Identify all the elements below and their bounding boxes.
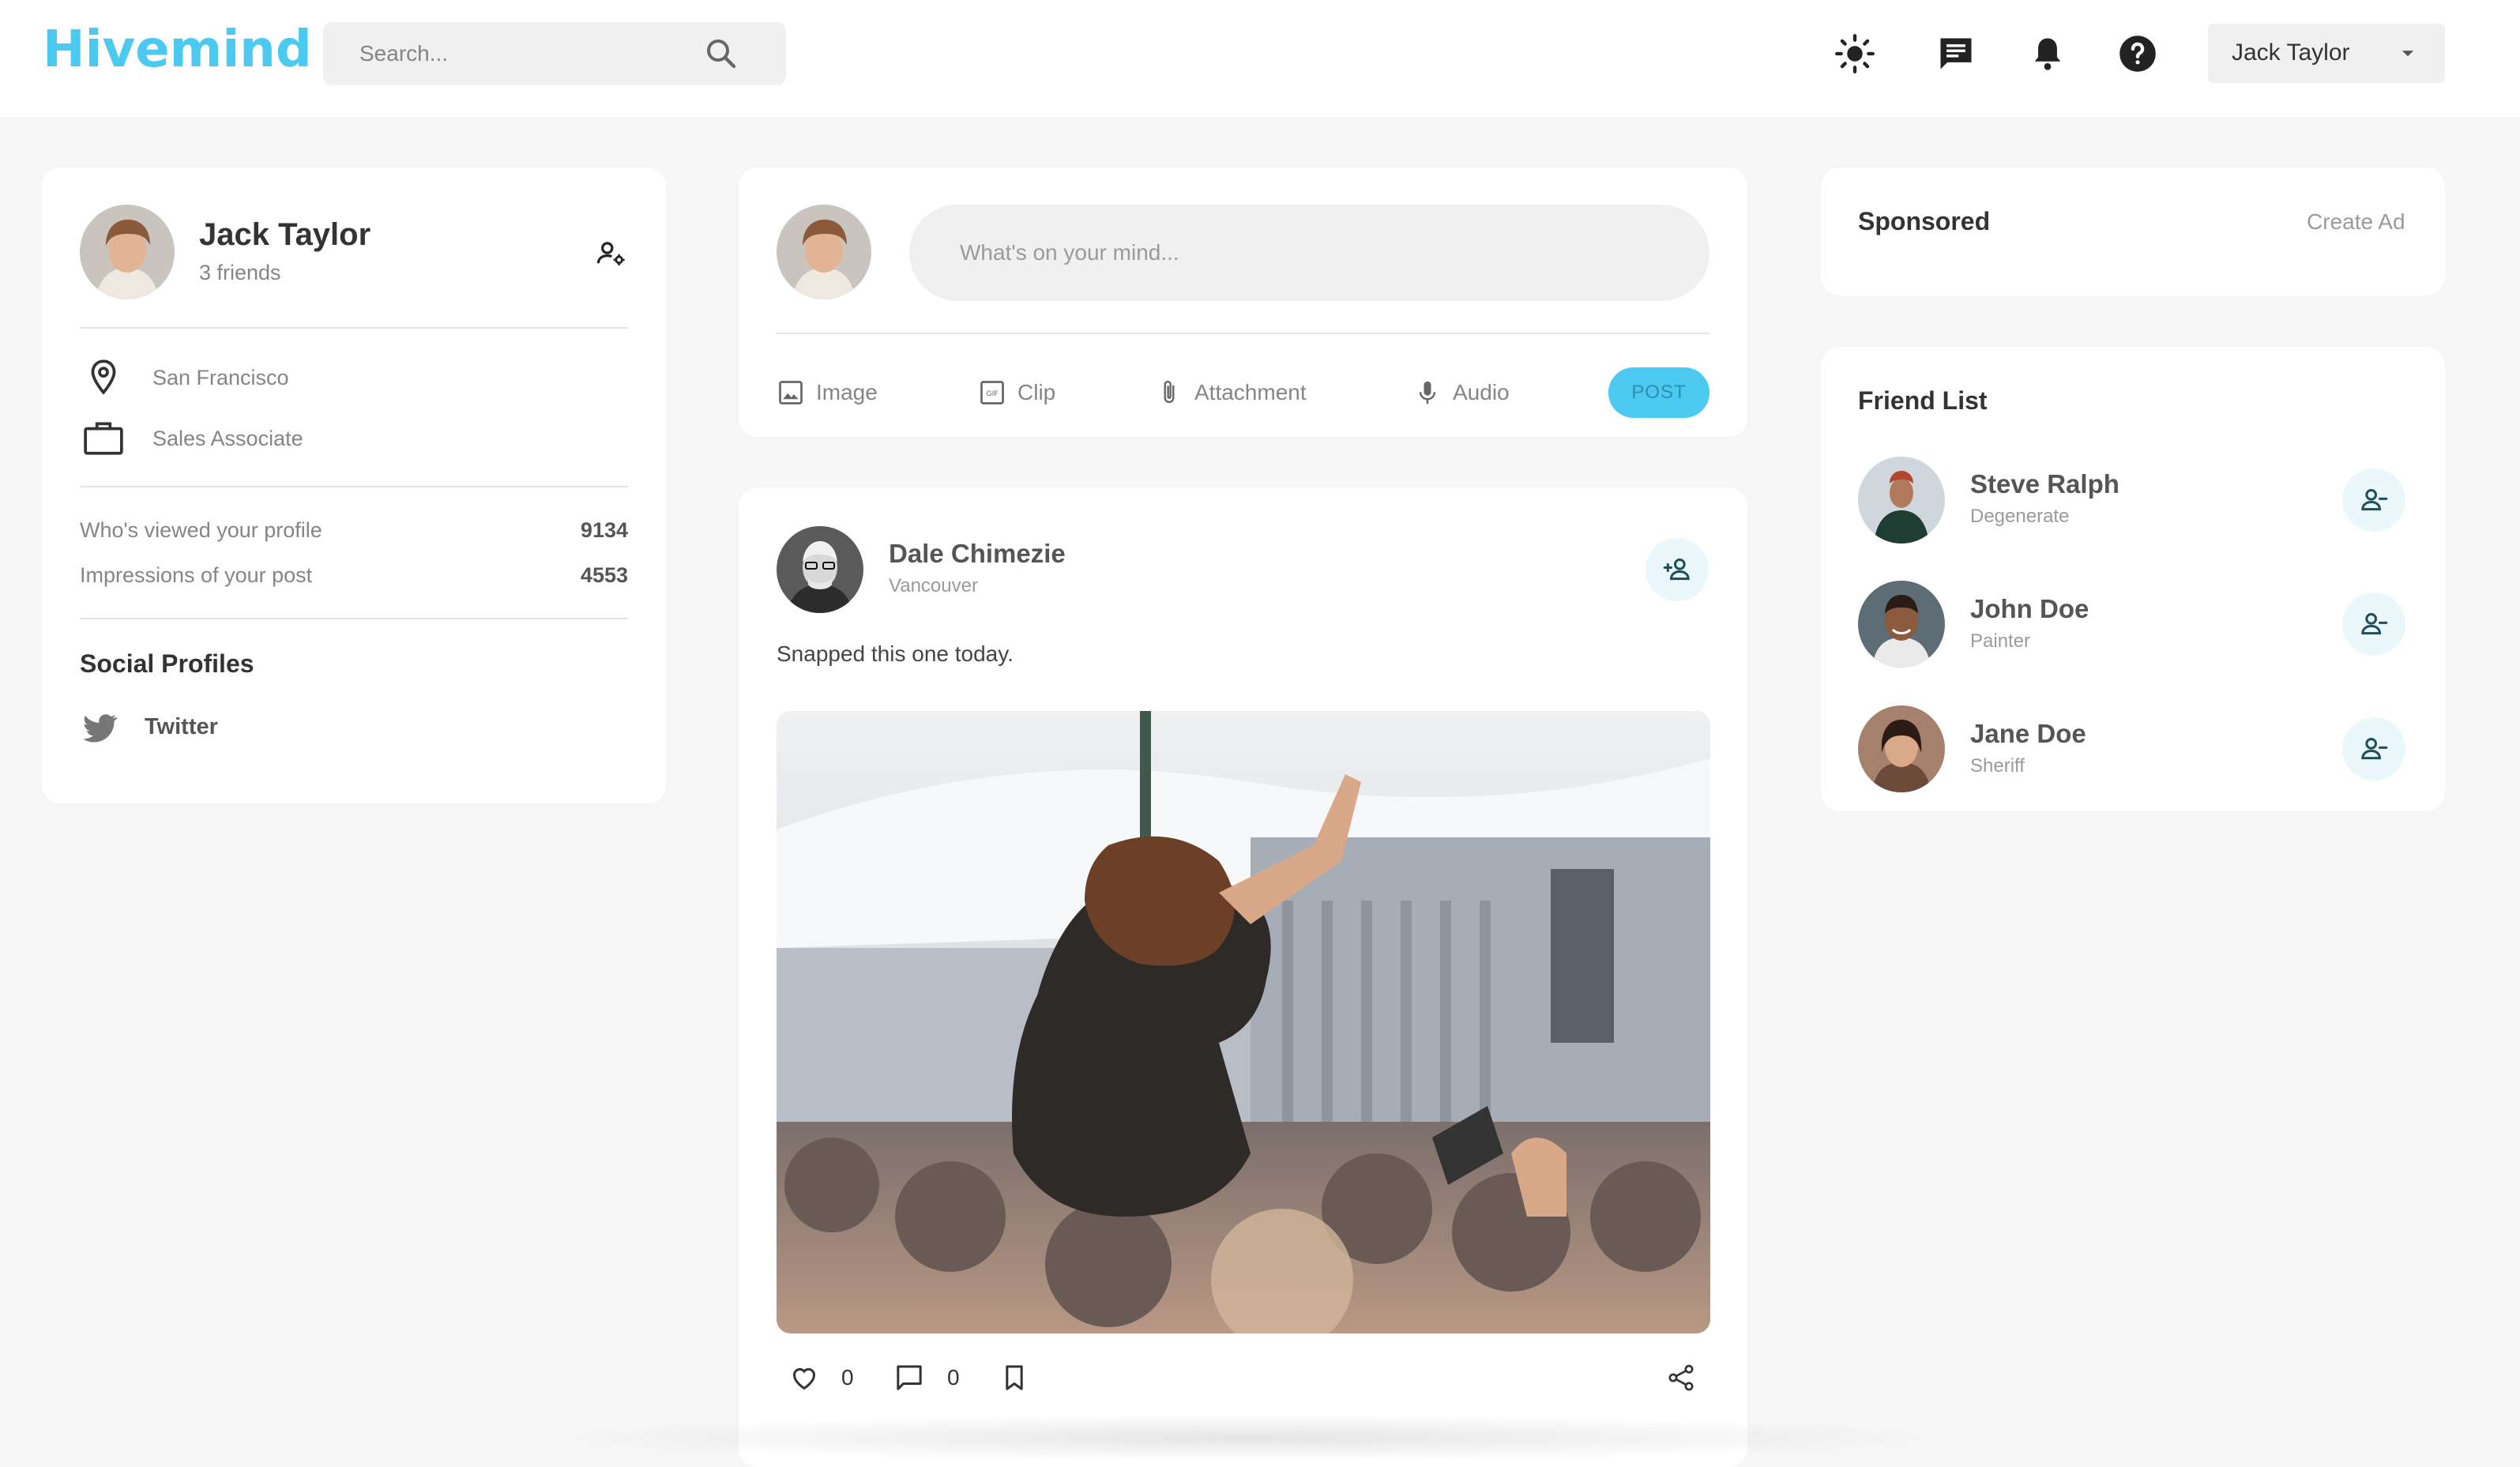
person-add-icon bbox=[1663, 559, 1690, 581]
bookmark-button[interactable] bbox=[999, 1362, 1030, 1394]
friend-avatar[interactable] bbox=[1858, 705, 1945, 792]
friend-role: Degenerate bbox=[1970, 506, 2070, 527]
user-menu-dropdown[interactable]: Jack Taylor bbox=[2208, 24, 2445, 83]
friends-count: 3 friends bbox=[199, 261, 281, 284]
audio-tool-label: Audio bbox=[1453, 380, 1510, 404]
top-navbar: Hivemind Jack Taylor bbox=[0, 0, 2520, 117]
app-logo[interactable]: Hivemind bbox=[43, 21, 312, 79]
post-text: Snapped this one today. bbox=[777, 641, 1014, 666]
post-author-avatar[interactable] bbox=[777, 526, 863, 613]
work-icon bbox=[82, 418, 125, 457]
search-bar bbox=[323, 22, 786, 85]
image-tool-button[interactable]: Image bbox=[777, 374, 878, 411]
remove-friend-button[interactable] bbox=[2342, 592, 2405, 656]
friend-avatar[interactable] bbox=[1858, 457, 1945, 544]
create-ad-link[interactable]: Create Ad bbox=[2307, 209, 2405, 235]
person-remove-icon bbox=[2361, 489, 2388, 511]
share-icon bbox=[1668, 1364, 1694, 1391]
attachment-tool-label: Attachment bbox=[1194, 380, 1307, 404]
divider bbox=[80, 327, 628, 329]
caret-down-icon bbox=[2394, 39, 2421, 66]
image-icon bbox=[779, 381, 803, 404]
comment-button[interactable] bbox=[893, 1362, 925, 1394]
mic-icon bbox=[1419, 381, 1436, 404]
search-icon[interactable] bbox=[702, 35, 740, 73]
notifications-icon[interactable] bbox=[2027, 33, 2068, 74]
profile-location: San Francisco bbox=[152, 366, 289, 389]
messages-icon[interactable] bbox=[1935, 33, 1977, 74]
heart-icon bbox=[793, 1367, 815, 1390]
profile-occupation: Sales Associate bbox=[152, 427, 303, 450]
divider bbox=[777, 333, 1709, 334]
help-icon[interactable] bbox=[2117, 33, 2158, 74]
audio-tool-button[interactable]: Audio bbox=[1413, 374, 1510, 411]
person-remove-icon bbox=[2361, 738, 2388, 760]
person-remove-icon bbox=[2361, 613, 2388, 635]
friend-name[interactable]: John Doe bbox=[1970, 594, 2089, 624]
friend-role: Sheriff bbox=[1970, 755, 2025, 777]
comment-count: 0 bbox=[947, 1365, 960, 1390]
like-button[interactable] bbox=[788, 1362, 820, 1394]
like-count: 0 bbox=[841, 1365, 854, 1390]
paperclip-icon bbox=[1164, 380, 1175, 404]
post-button[interactable]: POST bbox=[1608, 367, 1709, 418]
post-composer-input[interactable] bbox=[909, 205, 1709, 301]
clip-tool-label: Clip bbox=[1017, 380, 1056, 404]
post-author-name[interactable]: Dale Chimezie bbox=[889, 539, 1066, 569]
stat-value: 9134 bbox=[580, 518, 628, 542]
profile-name[interactable]: Jack Taylor bbox=[199, 217, 370, 253]
stat-value: 4553 bbox=[580, 563, 628, 587]
light-mode-icon[interactable] bbox=[1834, 33, 1875, 74]
sponsored-title: Sponsored bbox=[1858, 207, 1991, 235]
friend-avatar[interactable] bbox=[1858, 581, 1945, 668]
post-author-location: Vancouver bbox=[889, 575, 978, 596]
bottom-shadow bbox=[553, 1414, 1943, 1461]
post-image[interactable] bbox=[777, 711, 1710, 1333]
comment-icon bbox=[897, 1365, 922, 1390]
profile-avatar[interactable] bbox=[80, 205, 175, 299]
twitter-link[interactable]: Twitter bbox=[145, 714, 218, 740]
gif-icon: GIF bbox=[980, 381, 1004, 404]
clip-tool-button[interactable]: GIF Clip bbox=[978, 374, 1055, 411]
attachment-tool-button[interactable]: Attachment bbox=[1155, 374, 1307, 411]
user-menu-name: Jack Taylor bbox=[2232, 39, 2350, 66]
bookmark-icon bbox=[1006, 1365, 1023, 1390]
composer-avatar bbox=[777, 205, 871, 299]
divider bbox=[80, 486, 628, 487]
search-input[interactable] bbox=[359, 22, 691, 85]
twitter-icon[interactable] bbox=[80, 708, 119, 747]
remove-friend-button[interactable] bbox=[2342, 717, 2405, 781]
friend-role: Painter bbox=[1970, 630, 2031, 652]
stat-label: Impressions of your post bbox=[80, 563, 313, 587]
share-button[interactable] bbox=[1665, 1362, 1697, 1394]
image-tool-label: Image bbox=[816, 380, 878, 404]
friend-name[interactable]: Jane Doe bbox=[1970, 719, 2086, 749]
manage-account-icon[interactable] bbox=[595, 237, 628, 270]
location-icon bbox=[84, 357, 123, 397]
social-profiles-title: Social Profiles bbox=[80, 649, 254, 678]
divider bbox=[80, 618, 628, 619]
svg-text:GIF: GIF bbox=[987, 390, 999, 398]
friend-list-title: Friend List bbox=[1858, 386, 1988, 415]
friend-name[interactable]: Steve Ralph bbox=[1970, 469, 2119, 499]
remove-friend-button[interactable] bbox=[2342, 468, 2405, 532]
stat-label: Who's viewed your profile bbox=[80, 518, 322, 542]
add-friend-button[interactable] bbox=[1646, 538, 1709, 601]
